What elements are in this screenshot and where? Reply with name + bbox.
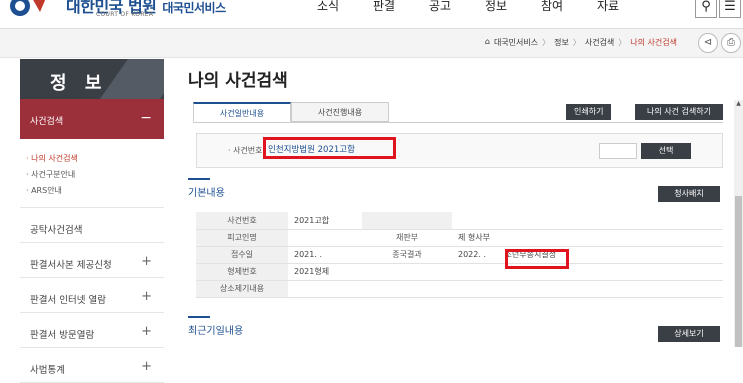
utility-bar: ⌂ 대국민서비스 〉 정보 〉 사건검색 〉 나의 사건검색 ⊲ ⎙ — [0, 28, 743, 58]
courthouse-layout-button[interactable]: 청사배치 — [658, 186, 720, 202]
section-accent — [188, 178, 210, 180]
breadcrumb-separator: 〉 — [572, 38, 581, 47]
page-title: 나의 사건검색 — [188, 71, 288, 91]
breadcrumb-separator: 〉 — [542, 38, 551, 47]
final-result-date: 2022. . — [458, 250, 486, 259]
table-header-cell: 피고인명 — [196, 229, 288, 247]
sidebar-submenu: · 나의 사건검색 · 사건구분안내 · ARS안내 — [20, 139, 164, 208]
tab-case-progress[interactable]: 사건진행내용 — [291, 102, 389, 122]
sidebar-item-label: 사건검색 — [30, 117, 64, 127]
home-icon[interactable]: ⌂ — [485, 37, 490, 48]
highlight-box-final-result — [505, 249, 569, 269]
nav-item-resources[interactable]: 자료 — [580, 0, 636, 14]
table-header-cell: 사건번호 — [196, 212, 288, 230]
header: 대한민국 법원 대국민서비스 COURT OF KOREA 소식 판결 공고 정보… — [0, 0, 743, 28]
expand-icon[interactable]: + — [141, 324, 152, 339]
brand-subtitle: COURT OF KOREA — [96, 11, 154, 18]
case-number-input[interactable] — [599, 143, 637, 159]
search-icon[interactable]: ⚲ — [695, 0, 717, 18]
highlight-box-case-number — [263, 137, 396, 159]
brand-service: 대국민서비스 — [162, 1, 226, 15]
table-cell — [288, 280, 362, 298]
table-header-cell: 상소제기내용 — [196, 280, 288, 298]
sidebar-item-label: 사법통계 — [30, 365, 65, 376]
nav-item-news[interactable]: 소식 — [300, 0, 356, 14]
sidebar-item-judgment-online[interactable]: 판결서 인터넷 열람 + — [20, 278, 164, 313]
court-logo-icon[interactable] — [6, 0, 56, 22]
nav-item-info[interactable]: 정보 — [468, 0, 524, 14]
table-header-cell: 접수일 — [196, 246, 288, 264]
table-row: 접수일 2021. . 종국결과 2022. . 소년부송치결정 — [196, 246, 723, 264]
sidebar-item-judgment-copy[interactable]: 판결서사본 제공신청 + — [20, 243, 164, 278]
nav-item-notice[interactable]: 공고 — [412, 0, 468, 14]
table-header-cell — [362, 263, 452, 281]
breadcrumb-separator: 〉 — [618, 38, 627, 47]
sidebar-item-statistics[interactable]: 사법통계 + — [20, 348, 164, 383]
tab-case-general[interactable]: 사건일반내용 — [193, 102, 291, 122]
table-header-cell: 재판부 — [362, 229, 452, 247]
section-accent — [188, 316, 210, 318]
table-cell: 제 형사부 — [452, 229, 723, 247]
tab-bar: 사건일반내용 사건진행내용 — [193, 102, 389, 122]
print-icon[interactable]: ⎙ — [721, 33, 741, 53]
breadcrumb-item[interactable]: 정보 — [554, 37, 569, 48]
sidebar-item-label: 판결서 인터넷 열람 — [30, 295, 106, 306]
table-cell: 2021고합 — [288, 212, 362, 230]
submenu-item-my-case-search[interactable]: · 나의 사건검색 — [26, 151, 164, 167]
breadcrumb: ⌂ 대국민서비스 〉 정보 〉 사건검색 〉 나의 사건검색 — [485, 37, 677, 48]
table-row: 사건번호 2021고합 — [196, 212, 723, 230]
print-button[interactable]: 인쇄하기 — [566, 104, 612, 120]
nav-item-judgment[interactable]: 판결 — [356, 0, 412, 14]
table-cell — [452, 212, 723, 230]
select-button[interactable]: 선택 — [641, 143, 691, 159]
expand-icon[interactable]: + — [141, 289, 152, 304]
menu-icon[interactable]: ☰ — [719, 0, 741, 18]
table-row: 피고인명 재판부 제 형사부 — [196, 229, 723, 247]
nav-item-participation[interactable]: 참여 — [524, 0, 580, 14]
table-header-cell: 종국결과 — [362, 246, 452, 264]
share-icon[interactable]: ⊲ — [698, 33, 718, 53]
sidebar-item-label: 판결서 방문열람 — [30, 330, 95, 341]
breadcrumb-item[interactable]: 사건검색 — [585, 37, 614, 48]
table-cell — [452, 263, 723, 281]
sidebar: 정 보 사건검색 − · 나의 사건검색 · 사건구분안내 · ARS안내 공탁… — [20, 59, 164, 383]
basic-info-title: 기본내용 — [188, 188, 225, 199]
submenu-item-ars-guide[interactable]: · ARS안내 — [26, 183, 164, 199]
tab-divider — [193, 122, 723, 123]
table-cell: 2021. . — [288, 246, 362, 264]
breadcrumb-item[interactable]: 대국민서비스 — [494, 37, 538, 48]
table-cell: 2021형제 — [288, 263, 362, 281]
table-header-cell: 형제번호 — [196, 263, 288, 281]
recent-hearing-title: 최근기일내용 — [188, 326, 244, 337]
collapse-icon[interactable]: − — [140, 110, 152, 126]
table-cell — [288, 229, 362, 247]
sidebar-item-case-search[interactable]: 사건검색 − — [20, 99, 164, 139]
basic-info-table: 사건번호 2021고합 피고인명 재판부 제 형사부 접수일 2021. . 종… — [196, 212, 723, 298]
details-button[interactable]: 상세보기 — [658, 326, 720, 342]
table-header-cell — [362, 212, 452, 230]
table-cell: 2022. . 소년부송치결정 — [452, 246, 723, 264]
breadcrumb-current: 나의 사건검색 — [630, 38, 677, 47]
my-case-search-button[interactable]: 나의 사건 검색하기 — [635, 104, 723, 120]
expand-icon[interactable]: + — [141, 359, 152, 374]
submenu-item-case-type-guide[interactable]: · 사건구분안내 — [26, 167, 164, 183]
sidebar-item-judgment-visit[interactable]: 판결서 방문열람 + — [20, 313, 164, 348]
scrollbar-thumb[interactable] — [735, 196, 742, 347]
sidebar-item-label: 공탁사건검색 — [30, 225, 83, 236]
table-cell — [452, 280, 723, 298]
table-header-cell — [362, 280, 452, 298]
expand-icon[interactable]: + — [141, 254, 152, 269]
case-number-label: · 사건번호 — [228, 146, 263, 155]
global-nav: 소식 판결 공고 정보 참여 자료 — [300, 0, 636, 14]
sidebar-title-decoration — [99, 59, 164, 99]
sidebar-title: 정 보 — [20, 59, 164, 99]
table-row: 형제번호 2021형제 — [196, 263, 723, 281]
sidebar-title-text: 정 보 — [50, 73, 108, 94]
table-row: 상소제기내용 — [196, 280, 723, 298]
scroll-up-arrow-icon[interactable]: ▲ — [734, 100, 743, 110]
sidebar-item-deposit-search[interactable]: 공탁사건검색 — [20, 208, 164, 243]
sidebar-item-label: 판결서사본 제공신청 — [30, 260, 112, 271]
